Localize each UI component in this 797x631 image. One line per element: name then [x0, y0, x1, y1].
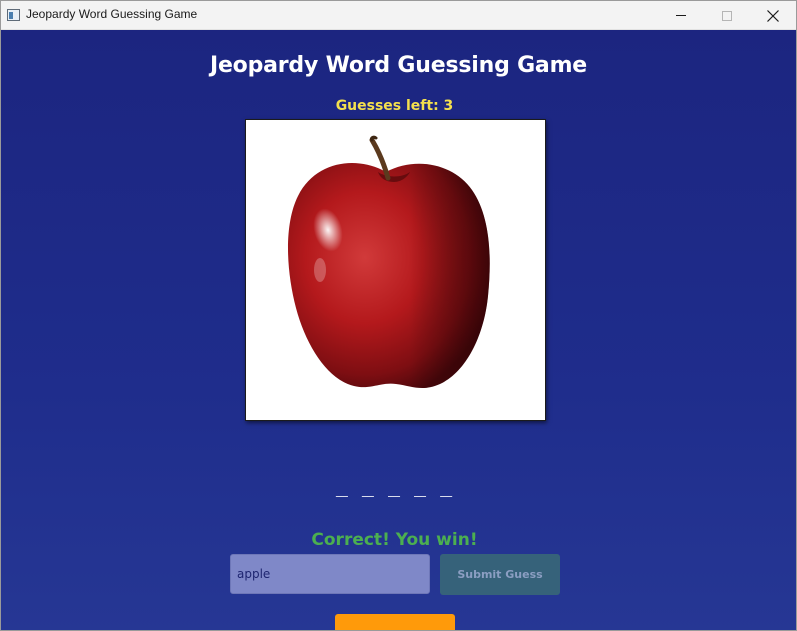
result-message: Correct! You win!	[311, 530, 478, 550]
clue-image	[245, 119, 546, 421]
app-window: Jeopardy Word Guessing Game Jeopardy Wor…	[0, 0, 797, 631]
maximize-icon	[722, 10, 732, 21]
close-button[interactable]	[750, 1, 796, 30]
guess-input[interactable]	[230, 554, 430, 594]
apple-image	[288, 135, 490, 389]
minimize-button[interactable]	[658, 1, 704, 30]
title-bar[interactable]: Jeopardy Word Guessing Game	[1, 1, 796, 30]
game-title: Jeopardy Word Guessing Game	[209, 53, 588, 78]
action-button[interactable]	[335, 614, 455, 630]
window-title: Jeopardy Word Guessing Game	[26, 7, 198, 21]
submit-guess-button[interactable]: Submit Guess	[440, 554, 560, 595]
game-area: Jeopardy Word Guessing Game Guesses left…	[1, 30, 796, 630]
maximize-button[interactable]	[704, 1, 750, 30]
app-window-icon	[7, 9, 20, 21]
word-blanks: _ _ _ _ _	[335, 473, 454, 497]
guesses-left: Guesses left: 3	[335, 98, 454, 114]
minimize-icon	[676, 15, 686, 16]
close-icon	[767, 9, 779, 22]
